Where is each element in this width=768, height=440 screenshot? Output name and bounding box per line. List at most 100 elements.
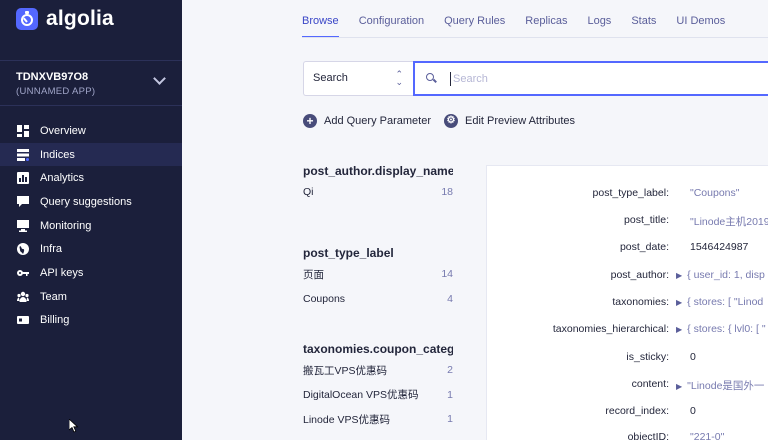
record-row: is_sticky: 0 [487, 351, 768, 365]
add-query-parameter-button[interactable]: + Add Query Parameter [303, 114, 431, 128]
record-row: post_title: "Linode主机2019 [487, 214, 768, 228]
tab-configuration[interactable]: Configuration [359, 0, 424, 38]
tab-logs[interactable]: Logs [587, 0, 611, 38]
record-row: taxonomies_hierarchical: ▶ { stores: { lv… [487, 323, 768, 337]
overview-icon [16, 124, 30, 137]
record-key: record_index: [605, 405, 669, 417]
facet-item[interactable]: Coupons 4 [303, 287, 453, 312]
sidebar-item-label: Infra [40, 243, 63, 256]
record-key: post_type_label: [592, 187, 669, 199]
algolia-logo-icon [16, 8, 38, 30]
edit-preview-attributes-button[interactable]: ⚙ Edit Preview Attributes [444, 114, 575, 128]
globe-icon [16, 243, 30, 256]
sidebar-item-label: API keys [40, 266, 84, 279]
record-key: post_author: [610, 269, 669, 281]
record-value: "Coupons" [690, 187, 740, 199]
tabs-divider [302, 37, 768, 38]
expand-triangle-icon: ▶ [676, 271, 683, 280]
app-selector[interactable]: TDNXVB97O8 (UNNAMED APP) [0, 60, 182, 106]
record-value: 0 [690, 351, 696, 363]
chevron-updown-icon: ⌃ ⌄ [395, 69, 403, 87]
facet-item[interactable]: DigitalOcean VPS优惠码 1 [303, 383, 453, 408]
search-box[interactable] [413, 61, 768, 96]
expand-triangle-icon: ▶ [676, 382, 683, 391]
record-value-text: "Coupons" [690, 187, 740, 199]
record-key: is_sticky: [626, 351, 669, 363]
sidebar: algolia TDNXVB97O8 (UNNAMED APP) Overvie… [0, 0, 182, 440]
record-value[interactable]: ▶ { stores: { lvl0: [ " [676, 323, 766, 335]
sidebar-item-billing[interactable]: Billing [0, 309, 182, 333]
record-row: objectID: "221-0" [487, 431, 768, 440]
facet-count: 1 [447, 413, 453, 426]
tab-replicas[interactable]: Replicas [525, 0, 567, 38]
record-key: taxonomies: [612, 296, 669, 308]
record-value-text: "Linode是国外一 [687, 380, 765, 392]
facet-item[interactable]: Qi 18 [303, 180, 453, 205]
record-value-text: { stores: [ "Linod [687, 296, 764, 308]
billing-icon [16, 314, 30, 326]
facet-item[interactable]: 页面 14 [303, 262, 453, 287]
facet-count: 2 [447, 364, 453, 377]
sidebar-item-label: Indices [40, 148, 75, 161]
record-row: content: ▶ "Linode是国外一 [487, 378, 768, 392]
facet-label: 页面 [303, 268, 324, 281]
sidebar-item-label: Analytics [40, 172, 85, 185]
record-value-text: 0 [690, 351, 696, 363]
sidebar-item-analytics[interactable]: Analytics [0, 166, 182, 190]
record-key: taxonomies_hierarchical: [552, 323, 669, 335]
facet-item[interactable]: 搬瓦工VPS优惠码 2 [303, 358, 453, 383]
facet-item[interactable]: Linode VPS优惠码 1 [303, 407, 453, 432]
tab-ui-demos[interactable]: UI Demos [676, 0, 725, 38]
app-name: (UNNAMED APP) [16, 86, 96, 97]
tab-query-rules[interactable]: Query Rules [444, 0, 505, 38]
gear-icon: ⚙ [444, 114, 458, 128]
sidebar-item-label: Billing [40, 314, 70, 327]
record-value: 1546424987 [690, 241, 748, 253]
query-actions: + Add Query Parameter ⚙ Edit Preview Att… [303, 114, 588, 128]
sidebar-item-indices[interactable]: Indices [0, 142, 182, 167]
tab-browse[interactable]: Browse [302, 0, 339, 38]
search-input[interactable] [453, 72, 733, 85]
search-type-select[interactable]: Search ⌃ ⌄ [303, 61, 413, 96]
record-value-text: 0 [690, 405, 696, 417]
record-row: post_date: 1546424987 [487, 241, 768, 255]
expand-triangle-icon: ▶ [676, 298, 683, 307]
search-type-label: Search [313, 72, 348, 84]
record-value-text: "Linode主机2019 [690, 216, 768, 228]
app-id: TDNXVB97O8 [16, 71, 89, 83]
sidebar-item-label: Query suggestions [40, 195, 132, 208]
facet-title: post_type_label [303, 246, 394, 260]
record-card: post_type_label: "Coupons" post_title: "… [487, 166, 768, 440]
chevron-down-icon [153, 72, 166, 85]
sidebar-item-query-suggestions[interactable]: Query suggestions [0, 190, 182, 214]
record-value[interactable]: ▶ "Linode是国外一 [676, 378, 764, 393]
facet-count: 4 [447, 292, 453, 305]
record-value[interactable]: ▶ { user_id: 1, disp [676, 269, 765, 281]
record-value[interactable]: ▶ { stores: [ "Linod [676, 296, 763, 308]
sidebar-item-team[interactable]: Team [0, 285, 182, 309]
tab-stats[interactable]: Stats [631, 0, 656, 38]
query-suggestions-icon [16, 195, 30, 208]
expand-triangle-icon: ▶ [676, 325, 683, 334]
sidebar-nav: Overview Indices Analytics Query suggest… [0, 119, 182, 332]
record-key: post_date: [619, 241, 669, 253]
record-key: post_title: [624, 214, 669, 226]
mouse-cursor-icon [69, 419, 79, 433]
record-row: post_author: ▶ { user_id: 1, disp [487, 269, 768, 283]
indices-icon [16, 148, 30, 161]
add-query-parameter-label: Add Query Parameter [324, 115, 431, 127]
sidebar-item-label: Overview [40, 124, 86, 137]
facet-title: post_author.display_name [303, 164, 453, 178]
record-value: 0 [690, 405, 696, 417]
sidebar-item-label: Team [40, 290, 67, 303]
sidebar-item-overview[interactable]: Overview [0, 119, 182, 143]
sidebar-item-infra[interactable]: Infra [0, 237, 182, 261]
facet-label: Linode VPS优惠码 [303, 413, 390, 426]
algolia-logo[interactable]: algolia [16, 7, 114, 31]
sidebar-item-api-keys[interactable]: API keys [0, 261, 182, 285]
sidebar-item-monitoring[interactable]: Monitoring [0, 214, 182, 238]
facet-label: 搬瓦工VPS优惠码 [303, 364, 388, 377]
facet-label: DigitalOcean VPS优惠码 [303, 389, 419, 402]
team-icon [16, 291, 30, 303]
facet-group: post_author.display_name Qi 18 [303, 164, 453, 246]
